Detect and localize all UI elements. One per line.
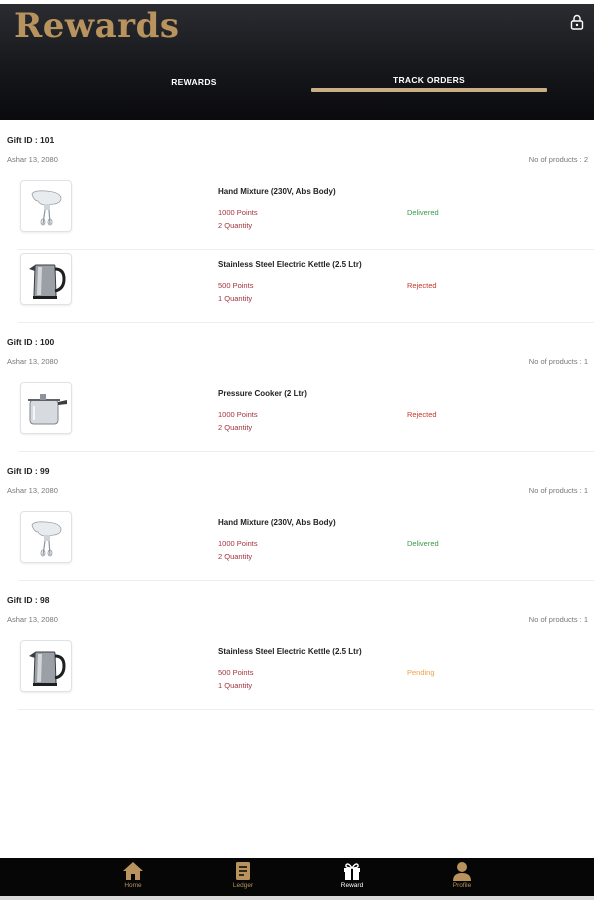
product-quantity: 1 Quantity	[218, 681, 253, 690]
product-name: Stainless Steel Electric Kettle (2.5 Ltr…	[218, 260, 362, 269]
gift-date: Ashar 13, 2080	[7, 486, 58, 495]
product-points: 1000 Points	[218, 410, 258, 419]
gift-id: Gift ID : 98	[7, 595, 50, 605]
status-badge: Rejected	[407, 410, 437, 419]
gift-id: Gift ID : 101	[7, 135, 55, 145]
kettle-icon	[29, 651, 66, 686]
product-quantity: 2 Quantity	[218, 552, 253, 561]
product-thumbnail	[20, 640, 72, 692]
ledger-icon	[236, 862, 250, 880]
gift-date: Ashar 13, 2080	[7, 357, 58, 366]
gift-icon	[344, 863, 360, 880]
product-name: Hand Mixture (230V, Abs Body)	[218, 518, 336, 527]
product-thumbnail	[20, 382, 72, 434]
gift-product-count: No of products : 2	[528, 155, 588, 164]
gift-date: Ashar 13, 2080	[7, 615, 58, 624]
gift-id: Gift ID : 99	[7, 466, 50, 476]
product-name: Pressure Cooker (2 Ltr)	[218, 389, 307, 398]
nav-profile[interactable]: Profile	[432, 858, 492, 896]
gift-product-count: No of products : 1	[528, 615, 588, 624]
hand-mixer-icon	[31, 521, 62, 557]
app-header: Rewards REWARDS TRACK ORDERS	[0, 4, 594, 120]
product-name: Hand Mixture (230V, Abs Body)	[218, 187, 336, 196]
nav-home[interactable]: Home	[103, 858, 163, 896]
profile-icon	[453, 862, 471, 881]
product-quantity: 2 Quantity	[218, 221, 253, 230]
bottom-navigation: Home Ledger Reward Profile	[0, 858, 594, 896]
product-quantity: 2 Quantity	[218, 423, 253, 432]
status-badge: Rejected	[407, 281, 437, 290]
status-badge: Pending	[407, 668, 435, 677]
nav-label: Home	[124, 882, 142, 889]
gift-product-count: No of products : 1	[528, 486, 588, 495]
hand-mixer-icon	[31, 190, 62, 226]
nav-label: Profile	[452, 882, 472, 889]
order-item[interactable]: Stainless Steel Electric Kettle (2.5 Ltr…	[18, 640, 594, 710]
tab-rewards[interactable]: REWARDS	[76, 72, 312, 96]
lock-icon[interactable]	[570, 14, 584, 30]
home-icon	[123, 862, 143, 880]
order-item[interactable]: Stainless Steel Electric Kettle (2.5 Ltr…	[18, 253, 594, 323]
product-points: 1000 Points	[218, 208, 258, 217]
pressure-cooker-icon	[28, 394, 67, 425]
gift-id: Gift ID : 100	[7, 337, 55, 347]
product-points: 500 Points	[218, 668, 254, 677]
order-item[interactable]: Pressure Cooker (2 Ltr) 1000 Points 2 Qu…	[18, 382, 594, 452]
product-quantity: 1 Quantity	[218, 294, 253, 303]
nav-reward[interactable]: Reward	[322, 858, 382, 896]
active-tab-indicator	[311, 88, 547, 92]
gift-date: Ashar 13, 2080	[7, 155, 58, 164]
order-item[interactable]: Hand Mixture (230V, Abs Body) 1000 Point…	[18, 180, 594, 250]
product-name: Stainless Steel Electric Kettle (2.5 Ltr…	[218, 647, 362, 656]
status-badge: Delivered	[407, 539, 439, 548]
gift-product-count: No of products : 1	[528, 357, 588, 366]
kettle-icon	[29, 264, 66, 299]
nav-ledger[interactable]: Ledger	[213, 858, 273, 896]
product-thumbnail	[20, 511, 72, 563]
system-bar	[0, 896, 594, 900]
status-badge: Delivered	[407, 208, 439, 217]
track-orders-list: Gift ID : 101 Ashar 13, 2080 No of produ…	[0, 120, 594, 856]
nav-label: Reward	[340, 882, 364, 889]
order-item[interactable]: Hand Mixture (230V, Abs Body) 1000 Point…	[18, 511, 594, 581]
product-thumbnail	[20, 180, 72, 232]
product-thumbnail	[20, 253, 72, 305]
product-points: 1000 Points	[218, 539, 258, 548]
page-title: Rewards	[14, 6, 180, 46]
product-points: 500 Points	[218, 281, 254, 290]
nav-label: Ledger	[232, 882, 254, 889]
